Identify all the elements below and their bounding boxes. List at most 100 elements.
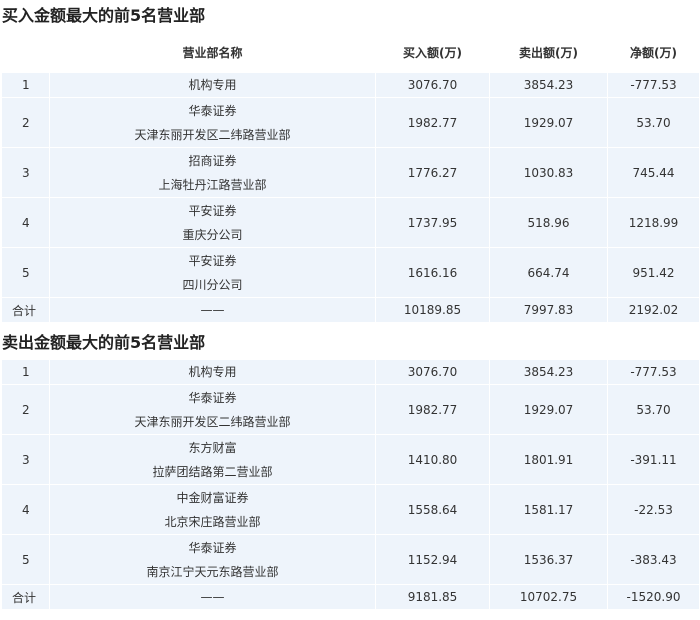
total-label-cell: 合计 bbox=[1, 297, 50, 323]
net-amount-cell: 53.70 bbox=[607, 97, 700, 148]
rank-cell: 5 bbox=[1, 247, 50, 298]
sell-amount-cell: 1929.07 bbox=[489, 384, 608, 435]
buy-amount-cell: 1616.16 bbox=[375, 247, 490, 298]
net-amount-cell: 951.42 bbox=[607, 247, 700, 298]
table-row: 4 平安证券 重庆分公司 1737.95 518.96 1218.99 bbox=[1, 197, 700, 248]
table-row: 2 华泰证券 天津东丽开发区二纬路营业部 1982.77 1929.07 53.70 bbox=[1, 97, 700, 148]
header-net-amount: 净额(万) bbox=[607, 32, 700, 73]
net-amount-cell: -391.11 bbox=[607, 434, 700, 485]
sell-section-title: 卖出金额最大的前5名营业部 bbox=[2, 333, 206, 352]
net-amount-cell: 1218.99 bbox=[607, 197, 700, 248]
table-row: 3 招商证券 上海牡丹江路营业部 1776.27 1030.83 745.44 bbox=[1, 147, 700, 198]
table-row: 5 华泰证券 南京江宁天元东路营业部 1152.94 1536.37 -383.43 bbox=[1, 534, 700, 585]
branch-name-line: 天津东丽开发区二纬路营业部 bbox=[134, 127, 291, 142]
branch-name-cell: 平安证券 四川分公司 bbox=[49, 247, 376, 298]
total-name-cell: —— bbox=[49, 297, 376, 323]
branch-name-cell: 平安证券 重庆分公司 bbox=[49, 197, 376, 248]
sell-amount-cell: 1929.07 bbox=[489, 97, 608, 148]
total-name-cell: —— bbox=[49, 584, 376, 610]
branch-name-line: 中金财富证券 bbox=[176, 490, 249, 505]
net-amount-cell: -777.53 bbox=[607, 72, 700, 98]
branch-name-line: 东方财富 bbox=[188, 440, 237, 455]
table-row: 3 东方财富 拉萨团结路第二营业部 1410.80 1801.91 -391.11 bbox=[1, 434, 700, 485]
rank-cell: 5 bbox=[1, 534, 50, 585]
buy-amount-cell: 1982.77 bbox=[375, 97, 490, 148]
total-sell-cell: 10702.75 bbox=[489, 584, 608, 610]
sell-amount-cell: 518.96 bbox=[489, 197, 608, 248]
branch-name-line: 平安证券 bbox=[188, 253, 237, 268]
rank-cell: 3 bbox=[1, 147, 50, 198]
net-amount-cell: -22.53 bbox=[607, 484, 700, 535]
sell-amount-cell: 3854.23 bbox=[489, 359, 608, 385]
buy-amount-cell: 3076.70 bbox=[375, 72, 490, 98]
branch-name-line: 南京江宁天元东路营业部 bbox=[146, 564, 279, 579]
header-buy-amount: 买入额(万) bbox=[375, 32, 490, 73]
table-row: 4 中金财富证券 北京宋庄路营业部 1558.64 1581.17 -22.53 bbox=[1, 484, 700, 535]
branch-name-line: 拉萨团结路第二营业部 bbox=[152, 464, 273, 479]
sell-table: 1 机构专用 3076.70 3854.23 -777.53 2 华泰证券 天津东丽开发区二纬… bbox=[1, 359, 700, 610]
total-net-cell: 2192.02 bbox=[607, 297, 700, 323]
header-branch-name: 营业部名称 bbox=[49, 32, 376, 73]
sell-amount-cell: 1801.91 bbox=[489, 434, 608, 485]
total-row: 合计 —— 10189.85 7997.83 2192.02 bbox=[1, 297, 700, 323]
table-row: 1 机构专用 3076.70 3854.23 -777.53 bbox=[1, 72, 700, 98]
buy-section-title: 买入金额最大的前5名营业部 bbox=[2, 6, 206, 25]
net-amount-cell: 53.70 bbox=[607, 384, 700, 435]
rank-cell: 2 bbox=[1, 97, 50, 148]
total-row: 合计 —— 9181.85 10702.75 -1520.90 bbox=[1, 584, 700, 610]
branch-name-cell: 华泰证券天津东丽开发区二纬路营业部 bbox=[49, 384, 376, 435]
table-row: 2 华泰证券 天津东丽开发区二纬路营业部 1982.77 1929.07 53.70 bbox=[1, 384, 700, 435]
net-amount-cell: -383.43 bbox=[607, 534, 700, 585]
branch-name-line: 上海牡丹江路营业部 bbox=[158, 177, 267, 192]
branch-name-cell: 机构专用 bbox=[49, 72, 376, 98]
branch-name-line: 平安证券 bbox=[188, 203, 237, 218]
buy-amount-cell: 3076.70 bbox=[375, 359, 490, 385]
header-sell-amount: 卖出额(万) bbox=[489, 32, 608, 73]
table-header-row: 营业部名称 买入额(万) 卖出额(万) 净额(万) bbox=[1, 32, 700, 73]
branch-name-cell: 华泰证券天津东丽开发区二纬路营业部 bbox=[49, 97, 376, 148]
buy-amount-cell: 1558.64 bbox=[375, 484, 490, 535]
buy-amount-cell: 1982.77 bbox=[375, 384, 490, 435]
total-buy-cell: 10189.85 bbox=[375, 297, 490, 323]
net-amount-cell: 745.44 bbox=[607, 147, 700, 198]
branch-name-line: 机构专用 bbox=[188, 78, 237, 92]
sell-amount-cell: 1536.37 bbox=[489, 534, 608, 585]
total-net-cell: -1520.90 bbox=[607, 584, 700, 610]
branch-name-cell: 机构专用 bbox=[49, 359, 376, 385]
rank-cell: 3 bbox=[1, 434, 50, 485]
net-amount-cell: -777.53 bbox=[607, 359, 700, 385]
branch-name-cell: 招商证券上海牡丹江路营业部 bbox=[49, 147, 376, 198]
branch-name-cell: 东方财富拉萨团结路第二营业部 bbox=[49, 434, 376, 485]
buy-amount-cell: 1152.94 bbox=[375, 534, 490, 585]
buy-amount-cell: 1737.95 bbox=[375, 197, 490, 248]
branch-name-line: 重庆分公司 bbox=[182, 227, 243, 242]
buy-table: 营业部名称 买入额(万) 卖出额(万) 净额(万) 1 机构专用 3076.70 38… bbox=[1, 32, 700, 323]
branch-name-line: 四川分公司 bbox=[182, 277, 243, 292]
branch-name-line: 北京宋庄路营业部 bbox=[164, 514, 261, 529]
branch-name-line: 华泰证券 bbox=[188, 540, 237, 555]
total-buy-cell: 9181.85 bbox=[375, 584, 490, 610]
sell-amount-cell: 664.74 bbox=[489, 247, 608, 298]
sell-amount-cell: 1030.83 bbox=[489, 147, 608, 198]
branch-name-line: 华泰证券 bbox=[188, 390, 237, 405]
rank-cell: 4 bbox=[1, 484, 50, 535]
branch-name-line: 招商证券 bbox=[188, 153, 237, 168]
rank-cell: 1 bbox=[1, 72, 50, 98]
total-label-cell: 合计 bbox=[1, 584, 50, 610]
branch-name-line: 华泰证券 bbox=[188, 103, 237, 118]
header-rank bbox=[1, 32, 50, 73]
branch-name-line: 机构专用 bbox=[188, 365, 237, 379]
sell-table-body: 1 机构专用 3076.70 3854.23 -777.53 2 华泰证券 天津东丽开发区二纬… bbox=[1, 359, 700, 610]
total-sell-cell: 7997.83 bbox=[489, 297, 608, 323]
buy-amount-cell: 1410.80 bbox=[375, 434, 490, 485]
branch-name-line: 天津东丽开发区二纬路营业部 bbox=[134, 414, 291, 429]
sell-amount-cell: 3854.23 bbox=[489, 72, 608, 98]
sell-amount-cell: 1581.17 bbox=[489, 484, 608, 535]
branch-name-cell: 中金财富证券 北京宋庄路营业部 bbox=[49, 484, 376, 535]
table-row: 5 平安证券 四川分公司 1616.16 664.74 951.42 bbox=[1, 247, 700, 298]
buy-amount-cell: 1776.27 bbox=[375, 147, 490, 198]
rank-cell: 2 bbox=[1, 384, 50, 435]
buy-table-body: 1 机构专用 3076.70 3854.23 -777.53 2 华泰证券 天津东丽开发区二纬… bbox=[1, 72, 700, 323]
rank-cell: 1 bbox=[1, 359, 50, 385]
branch-name-cell: 华泰证券南京江宁天元东路营业部 bbox=[49, 534, 376, 585]
